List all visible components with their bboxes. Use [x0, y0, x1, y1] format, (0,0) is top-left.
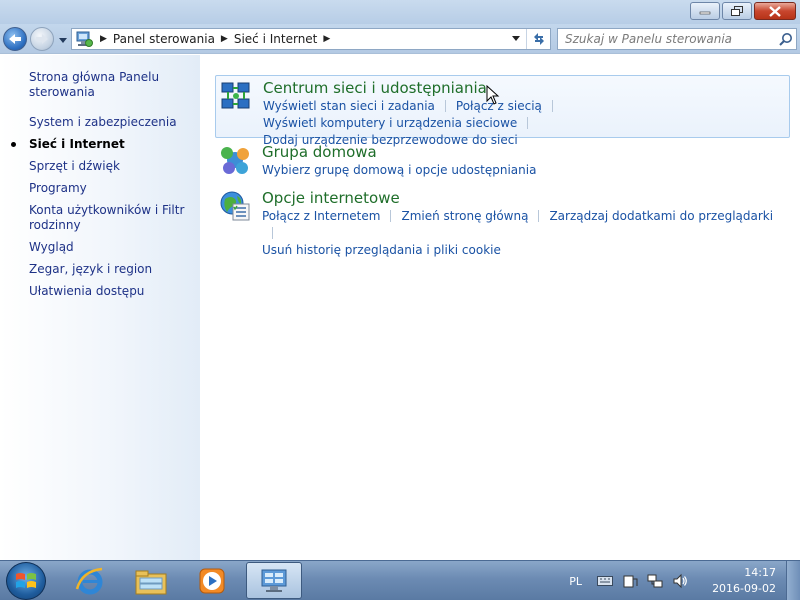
link-separator: [272, 227, 273, 239]
minimize-icon: [699, 11, 711, 15]
sidebar-item-appearance[interactable]: Wygląd: [29, 240, 189, 255]
control-panel-icon: [76, 31, 93, 47]
language-indicator[interactable]: PL: [569, 575, 582, 588]
main-content: Centrum sieci i udostępniania Wyświetl s…: [200, 55, 800, 560]
taskbar-windows-explorer[interactable]: [123, 562, 179, 599]
media-player-icon: [199, 568, 225, 593]
category-homegroup: Grupa domowa Wybierz grupę domową i opcj…: [215, 140, 790, 182]
link-view-network-computers[interactable]: Wyświetl komputery i urządzenia sieciowe: [263, 116, 517, 130]
breadcrumb-control-panel[interactable]: Panel sterowania: [113, 29, 215, 49]
sidebar-item-label: Sieć i Internet: [29, 137, 125, 151]
address-history-button[interactable]: [508, 29, 524, 49]
active-bullet-icon: [11, 142, 16, 147]
link-separator: [527, 117, 529, 129]
sidebar-item-ease-of-access[interactable]: Ułatwienia dostępu: [29, 284, 189, 299]
restore-button[interactable]: [722, 2, 752, 20]
mouse-cursor-icon: [486, 85, 500, 105]
clock-date: 2016-09-02: [712, 582, 776, 595]
category-links: Wybierz grupę domową i opcje udostępnian…: [262, 162, 790, 179]
link-connect-internet[interactable]: Połącz z Internetem: [262, 209, 380, 223]
clock-time: 14:17: [744, 566, 776, 579]
restore-icon: [731, 6, 743, 16]
link-separator: [538, 210, 540, 222]
sidebar-item-user-accounts[interactable]: Konta użytkowników i Filtr rodzinny: [29, 203, 189, 233]
homegroup-icon: [221, 147, 249, 174]
category-title[interactable]: Opcje internetowe: [262, 189, 790, 207]
back-button[interactable]: [3, 27, 27, 51]
refresh-button[interactable]: [526, 29, 550, 49]
internet-options-icon: [220, 191, 250, 221]
network-center-icon: [221, 82, 250, 109]
link-manage-addons[interactable]: Zarządzaj dodatkami do przeglądarki: [549, 209, 773, 223]
refresh-icon: [533, 33, 544, 45]
category-links: Połącz z Internetem Zmień stronę główną Za…: [262, 208, 790, 259]
control-panel-icon: [261, 569, 287, 592]
sidebar-item-network-internet[interactable]: Sieć i Internet: [11, 137, 189, 152]
search-input[interactable]: [558, 32, 776, 46]
search-icon: [779, 33, 792, 46]
forward-button[interactable]: [30, 27, 54, 51]
forward-arrow-icon: [36, 34, 48, 44]
address-bar[interactable]: ▶ Panel sterowania ▶ Sieć i Internet ▶: [71, 28, 551, 50]
breadcrumb-separator-icon[interactable]: ▶: [221, 34, 228, 44]
link-separator: [390, 210, 392, 222]
category-title[interactable]: Grupa domowa: [262, 143, 790, 161]
sidebar-item-clock-language-region[interactable]: Zegar, język i region: [29, 262, 189, 277]
window-titlebar: [0, 0, 800, 24]
close-button[interactable]: [754, 2, 796, 20]
sidebar: Strona główna Panelu sterowania System i…: [0, 55, 200, 560]
taskbar-internet-explorer[interactable]: [62, 562, 118, 599]
chevron-down-icon: [512, 36, 520, 41]
start-button[interactable]: [6, 562, 46, 600]
system-tray: PL 14:17 2016-09-02: [569, 561, 776, 600]
back-arrow-icon: [9, 34, 21, 44]
taskbar: PL 14:17 2016-09-02: [0, 560, 800, 600]
sidebar-item-programs[interactable]: Programy: [29, 181, 189, 196]
action-center-icon[interactable]: [621, 572, 639, 590]
link-delete-browsing-history[interactable]: Usuń historię przeglądania i pliki cooki…: [262, 243, 501, 257]
volume-icon[interactable]: [671, 572, 689, 590]
recent-pages-button[interactable]: [57, 34, 69, 46]
search-button[interactable]: [776, 29, 796, 49]
link-choose-homegroup[interactable]: Wybierz grupę domową i opcje udostępnian…: [262, 163, 536, 177]
link-separator: [444, 100, 446, 112]
keyboard-icon[interactable]: [596, 572, 614, 590]
link-change-home-page[interactable]: Zmień stronę główną: [401, 209, 528, 223]
taskbar-media-player[interactable]: [184, 562, 240, 599]
minimize-button[interactable]: [690, 2, 720, 20]
internet-explorer-icon: [75, 567, 103, 594]
close-icon: [769, 5, 781, 17]
show-desktop-button[interactable]: [786, 561, 800, 600]
taskbar-control-panel[interactable]: [246, 562, 302, 599]
link-view-network-status[interactable]: Wyświetl stan sieci i zadania: [263, 99, 435, 113]
network-icon[interactable]: [646, 572, 664, 590]
breadcrumb-separator-icon[interactable]: ▶: [323, 34, 330, 44]
category-internet-options: Opcje internetowe Połącz z Internetem Zmi…: [215, 186, 790, 257]
navigation-bar: ▶ Panel sterowania ▶ Sieć i Internet ▶: [0, 24, 800, 54]
sidebar-item-hardware-sound[interactable]: Sprzęt i dźwięk: [29, 159, 189, 174]
window-controls: [690, 2, 796, 20]
taskbar-clock[interactable]: 14:17 2016-09-02: [712, 565, 776, 597]
category-title[interactable]: Centrum sieci i udostępniania: [263, 79, 789, 97]
breadcrumb-network-internet[interactable]: Sieć i Internet: [234, 29, 318, 49]
breadcrumb-separator-icon[interactable]: ▶: [100, 34, 107, 44]
category-network-sharing-center: Centrum sieci i udostępniania Wyświetl s…: [215, 75, 790, 147]
sidebar-item-system-security[interactable]: System i zabezpieczenia: [29, 115, 189, 130]
windows-explorer-icon: [135, 570, 167, 594]
search-box[interactable]: [557, 28, 797, 50]
link-separator: [551, 100, 553, 112]
windows-logo-icon: [16, 573, 36, 588]
sidebar-home-link[interactable]: Strona główna Panelu sterowania: [29, 70, 189, 100]
chevron-down-icon: [59, 38, 67, 43]
